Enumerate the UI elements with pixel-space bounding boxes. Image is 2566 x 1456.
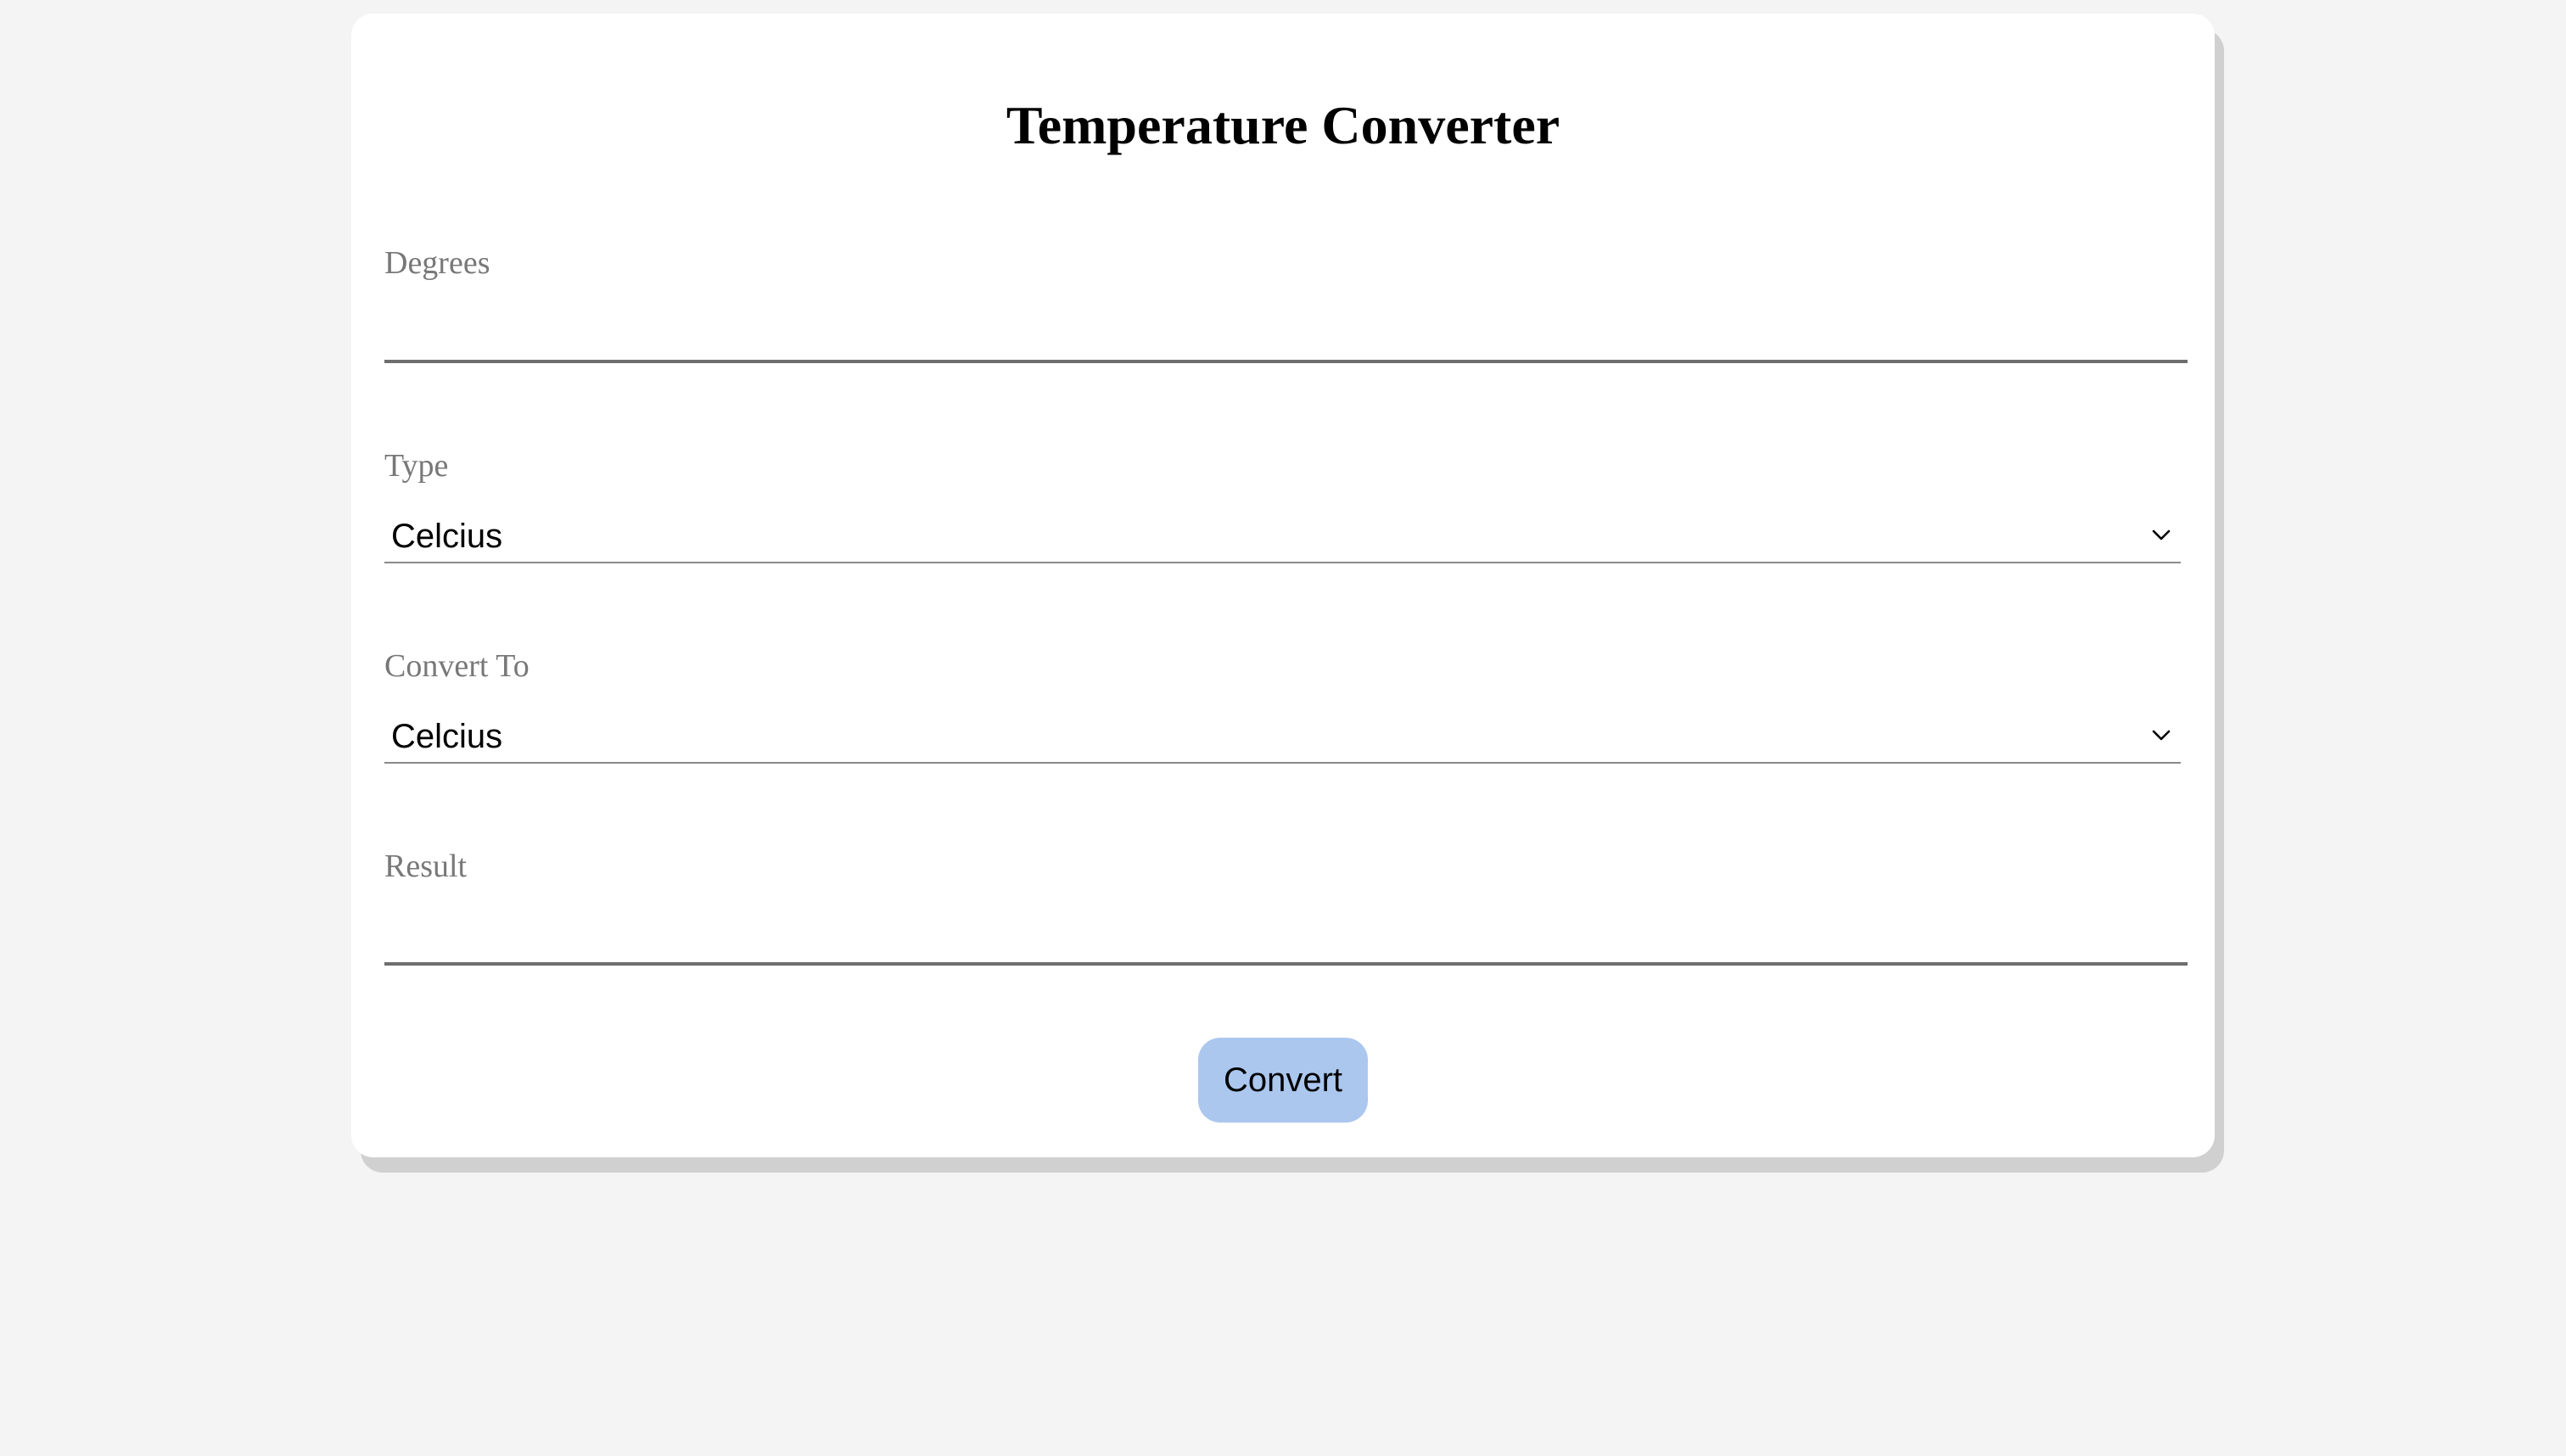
page-title: Temperature Converter	[1006, 95, 1560, 155]
result-label: Result	[384, 848, 468, 884]
chevron-down-icon	[2152, 529, 2171, 540]
chevron-down-icon	[2152, 730, 2171, 741]
convert-to-select[interactable]: Celcius	[384, 713, 2181, 764]
convert-to-select-value: Celcius	[391, 718, 503, 755]
convert-to-label: Convert To	[384, 648, 529, 684]
result-field[interactable]	[384, 906, 2188, 966]
converter-card: Temperature Converter Degrees Type Celci…	[351, 14, 2215, 1157]
convert-button[interactable]: Convert	[1198, 1038, 1368, 1123]
type-select[interactable]: Celcius	[384, 512, 2181, 563]
degrees-label: Degrees	[384, 245, 490, 281]
type-select-value: Celcius	[391, 518, 503, 555]
type-label: Type	[384, 448, 449, 484]
degrees-input[interactable]	[384, 304, 2188, 363]
